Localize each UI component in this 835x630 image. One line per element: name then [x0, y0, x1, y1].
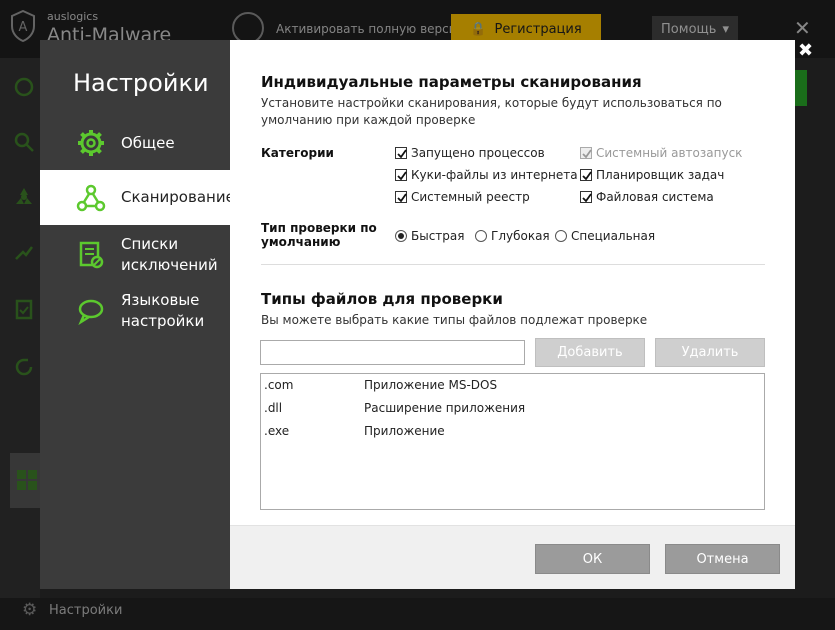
- categories-label: Категории: [261, 146, 334, 160]
- list-icon: [79, 241, 104, 269]
- remove-button[interactable]: Удалить: [655, 338, 765, 367]
- radio-circle[interactable]: [555, 230, 567, 242]
- close-icon[interactable]: ✖: [798, 40, 813, 61]
- radio-circle[interactable]: [395, 230, 407, 242]
- nav-item-scanning[interactable]: Сканирование: [40, 170, 235, 225]
- checkbox-box[interactable]: [395, 147, 407, 159]
- checkbox-box[interactable]: [580, 169, 592, 181]
- ok-button[interactable]: ОК: [535, 544, 650, 574]
- checkbox-label: Запущено процессов: [411, 146, 545, 160]
- list-item-ext: .dll: [264, 401, 283, 415]
- checkbox-label: Системный автозапуск: [596, 146, 743, 160]
- nav-item-language[interactable]: Языковые настройки: [40, 288, 230, 334]
- gear-icon: [78, 130, 104, 156]
- list-item-desc: Расширение приложения: [364, 401, 526, 415]
- checkbox-label: Системный реестр: [411, 190, 530, 204]
- checkbox-file-system[interactable]: Файловая система: [580, 190, 714, 204]
- dialog-footer: ОК Отмена: [230, 525, 795, 589]
- nav-label-exclusions: Списки исключений: [121, 235, 218, 274]
- filetypes-description: Вы можете выбрать какие типы файлов подл…: [261, 313, 648, 327]
- settings-dialog: Настройки Общее Сканирование Списки искл…: [40, 40, 813, 589]
- checkbox-system-registry[interactable]: Системный реестр: [395, 190, 530, 204]
- radio-label: Быстрая: [411, 229, 465, 243]
- extension-input[interactable]: [260, 340, 525, 365]
- nav-item-general[interactable]: Общее: [40, 122, 230, 164]
- nav-label-scanning: Сканирование: [121, 188, 235, 206]
- nav-item-exclusions[interactable]: Списки исключений: [40, 232, 230, 278]
- radio-deep[interactable]: Глубокая: [475, 229, 550, 243]
- checkbox-box[interactable]: [395, 169, 407, 181]
- radio-quick[interactable]: Быстрая: [395, 229, 464, 243]
- radio-label: Специальная: [571, 229, 656, 243]
- add-button[interactable]: Добавить: [535, 338, 645, 367]
- checkbox-box[interactable]: [395, 191, 407, 203]
- list-item-ext: .exe: [264, 424, 290, 438]
- radio-label: Глубокая: [491, 229, 550, 243]
- checkbox-internet-cookies[interactable]: Куки-файлы из интернета: [395, 168, 578, 182]
- scan-params-heading: Индивидуальные параметры сканирования: [261, 73, 642, 91]
- radio-circle[interactable]: [475, 230, 487, 242]
- checkbox-running-processes[interactable]: Запущено процессов: [395, 146, 545, 160]
- scan-type-label: Тип проверки по умолчанию: [261, 221, 377, 249]
- list-item-ext: .com: [264, 378, 294, 392]
- checkbox-task-scheduler[interactable]: Планировщик задач: [580, 168, 724, 182]
- nodes-icon: [76, 184, 106, 211]
- checkbox-box[interactable]: [580, 191, 592, 203]
- checkbox-label: Файловая система: [596, 190, 714, 204]
- settings-nav: Настройки Общее Сканирование Списки искл…: [40, 40, 235, 589]
- cancel-button[interactable]: Отмена: [665, 544, 780, 574]
- radio-custom[interactable]: Специальная: [555, 229, 655, 243]
- checkbox-label: Планировщик задач: [596, 168, 725, 182]
- settings-content: Индивидуальные параметры сканирования Ус…: [230, 40, 795, 589]
- filetypes-heading: Типы файлов для проверки: [261, 290, 503, 308]
- checkbox-label: Куки-файлы из интернета: [411, 168, 578, 182]
- scan-params-description: Установите настройки сканирования, котор…: [261, 96, 722, 127]
- list-item-desc: Приложение MS-DOS: [364, 378, 498, 392]
- section-divider: [261, 264, 765, 265]
- filetypes-list[interactable]: .com Приложение MS-DOS .dll Расширение п…: [260, 373, 765, 510]
- dialog-title: Настройки: [73, 69, 209, 97]
- nav-label-general: Общее: [121, 133, 175, 152]
- checkbox-system-autorun: Системный автозапуск: [580, 146, 742, 160]
- nav-label-language: Языковые настройки: [121, 291, 205, 330]
- chat-bubble-icon: [78, 299, 104, 326]
- checkbox-box: [580, 147, 592, 159]
- list-item-desc: Приложение: [364, 424, 445, 438]
